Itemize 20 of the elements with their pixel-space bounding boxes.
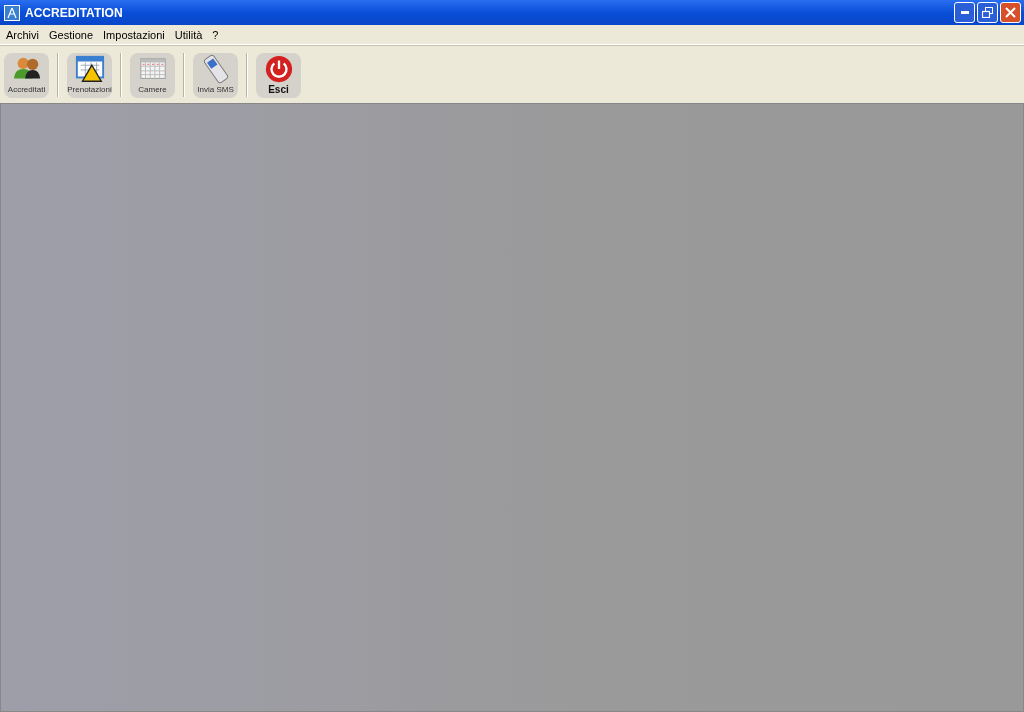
menu-item[interactable]: Archivi [1,28,44,41]
restore-icon [982,7,993,18]
close-icon [1005,7,1016,18]
menu-item[interactable]: Gestione [44,28,99,41]
toolbar-button[interactable]: Esci [256,52,301,98]
toolbar-button[interactable]: Accreditati [4,52,49,98]
toolbar-button[interactable]: Camere [130,52,175,98]
toolbar-button[interactable]: Invia SMS [193,52,238,98]
window-title: ACCREDITATION [25,5,124,20]
restore-button[interactable] [977,2,998,23]
app-icon [4,4,20,21]
menu-item[interactable]: Impostazioni [98,28,170,41]
power-icon [263,53,294,84]
calendar-warning-icon [74,53,105,84]
toolbar-button[interactable]: Prenotazioni [67,52,112,98]
minimize-button[interactable] [954,2,975,23]
close-button[interactable] [1000,2,1021,23]
minimize-icon [960,11,969,14]
menu-item[interactable]: ? [207,28,224,41]
menu-item[interactable]: Utilità [169,28,208,41]
